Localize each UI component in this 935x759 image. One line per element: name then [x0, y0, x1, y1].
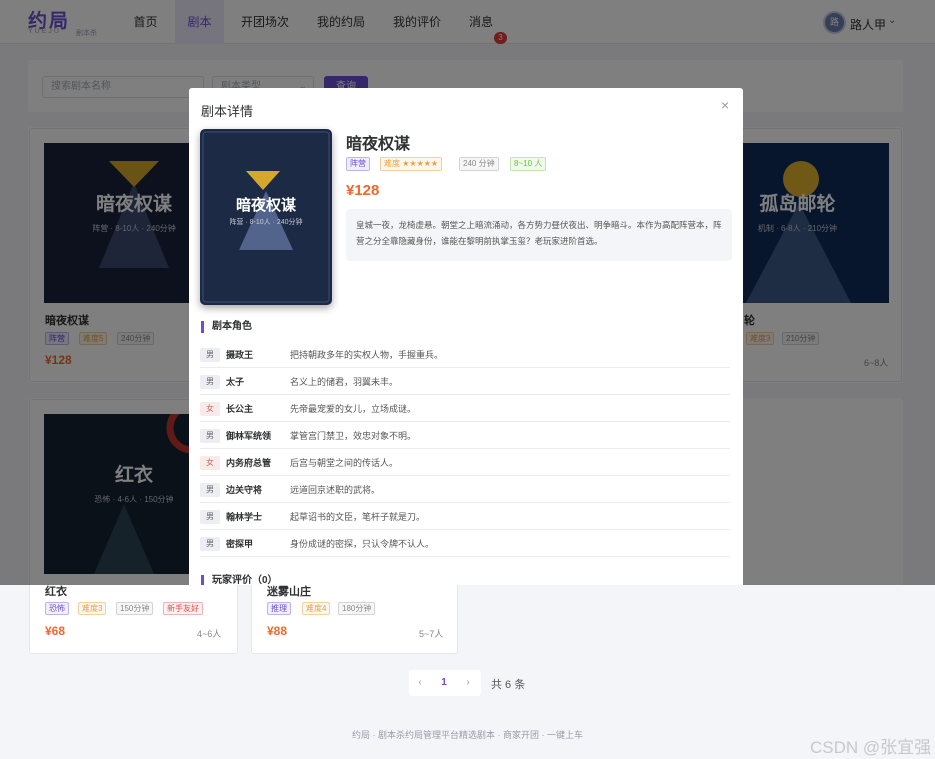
player-count: 4~6人 — [197, 629, 222, 639]
script-name: 暗夜权谋 — [346, 136, 411, 153]
page-1-button[interactable]: 1 — [433, 670, 455, 696]
role-name: 内务府总管 — [226, 458, 272, 468]
gender-tag: 男 — [200, 537, 220, 551]
role-row: 男 翰林学士 起草诏书的文臣，笔杆子就是刀。 — [200, 503, 730, 530]
gender-tag: 男 — [200, 348, 220, 362]
modal-cover: 暗夜权谋 阵营 · 8-10人 · 240分钟 — [200, 129, 332, 305]
role-name: 边关守将 — [226, 485, 263, 495]
tag: 新手友好 — [163, 602, 203, 615]
gender-tag: 女 — [200, 402, 220, 416]
role-row: 女 长公主 先帝最宠爱的女儿，立场成谜。 — [200, 395, 730, 422]
role-description: 名义上的储君，羽翼未丰。 — [290, 377, 399, 387]
gender-tag: 女 — [200, 456, 220, 470]
role-description: 后宫与朝堂之间的传话人。 — [290, 458, 399, 468]
script-title[interactable]: 迷雾山庄 — [267, 583, 311, 599]
tag-difficulty: 难度 ★★★★★ — [380, 157, 443, 171]
pagination: ‹ 1 › — [409, 670, 481, 696]
role-description: 起草诏书的文臣，笔杆子就是刀。 — [290, 512, 426, 522]
role-row: 男 太子 名义上的储君，羽翼未丰。 — [200, 368, 730, 395]
script-description: 皇城一夜，龙椅虚悬。朝堂之上暗流涌动，各方势力昼伏夜出、明争暗斗。本作为高配阵营… — [346, 209, 732, 261]
role-row: 男 御林军统领 掌管宫门禁卫，效忠对象不明。 — [200, 422, 730, 449]
role-name: 密探甲 — [226, 539, 254, 549]
price: ¥68 — [45, 624, 66, 638]
player-count: 5~7人 — [419, 629, 444, 639]
tag-players: 8~10 人 — [510, 157, 547, 171]
tag: 难度3 — [78, 602, 107, 615]
tag-duration: 240 分钟 — [459, 157, 499, 171]
role-row: 女 内务府总管 后宫与朝堂之间的传话人。 — [200, 449, 730, 476]
tag: 恐怖 — [45, 602, 69, 615]
gender-tag: 男 — [200, 375, 220, 389]
tag: 难度4 — [302, 602, 331, 615]
role-row: 男 摄政王 把持朝政多年的实权人物，手握重兵。 — [200, 341, 730, 368]
role-name: 太子 — [226, 377, 245, 387]
gender-tag: 男 — [200, 510, 220, 524]
footer-text: 约局 · 剧本杀约局管理平台精选剧本 · 商家开团 · 一键上车 — [352, 730, 583, 740]
script-title[interactable]: 红衣 — [45, 583, 67, 599]
gender-tag: 男 — [200, 483, 220, 497]
next-page-icon[interactable]: › — [457, 670, 479, 696]
pagination-total: 共 6 条 — [491, 679, 526, 691]
role-row: 男 边关守将 远道回京述职的武将。 — [200, 476, 730, 503]
modal-title: 剧本详情 — [201, 104, 254, 119]
role-description: 先帝最宠爱的女儿，立场成谜。 — [290, 404, 417, 414]
script-detail-modal: 剧本详情 × 暗夜权谋 阵营 · 8-10人 · 240分钟 暗夜权谋 阵营 难… — [189, 88, 743, 585]
role-name: 摄政王 — [226, 350, 254, 360]
prev-page-icon[interactable]: ‹ — [409, 670, 431, 696]
role-row: 男 密探甲 身份成谜的密探，只认令牌不认人。 — [200, 530, 730, 557]
tag: 150分钟 — [116, 602, 154, 615]
script-price: ¥128 — [346, 182, 380, 199]
reviews-section-title: 玩家评价（0） — [201, 575, 278, 585]
tag: 180分钟 — [338, 602, 376, 615]
role-description: 掌管宫门禁卫，效忠对象不明。 — [290, 431, 417, 441]
role-description: 身份成谜的密探，只认令牌不认人。 — [290, 539, 435, 549]
tag-camp: 阵营 — [346, 157, 370, 171]
role-description: 远道回京述职的武将。 — [290, 485, 381, 495]
role-name: 御林军统领 — [226, 431, 272, 441]
watermark: CSDN @张宜强 — [810, 738, 932, 757]
cover-subtitle: 阵营 · 8-10人 · 240分钟 — [229, 219, 303, 226]
role-description: 把持朝政多年的实权人物，手握重兵。 — [290, 350, 444, 360]
roles-section-title: 剧本角色 — [201, 321, 252, 333]
role-name: 长公主 — [226, 404, 254, 414]
role-name: 翰林学士 — [226, 512, 263, 522]
close-icon[interactable]: × — [721, 97, 729, 113]
cover-title: 暗夜权谋 — [235, 197, 296, 214]
tag: 推理 — [267, 602, 291, 615]
gender-tag: 男 — [200, 429, 220, 443]
price: ¥88 — [267, 624, 288, 638]
